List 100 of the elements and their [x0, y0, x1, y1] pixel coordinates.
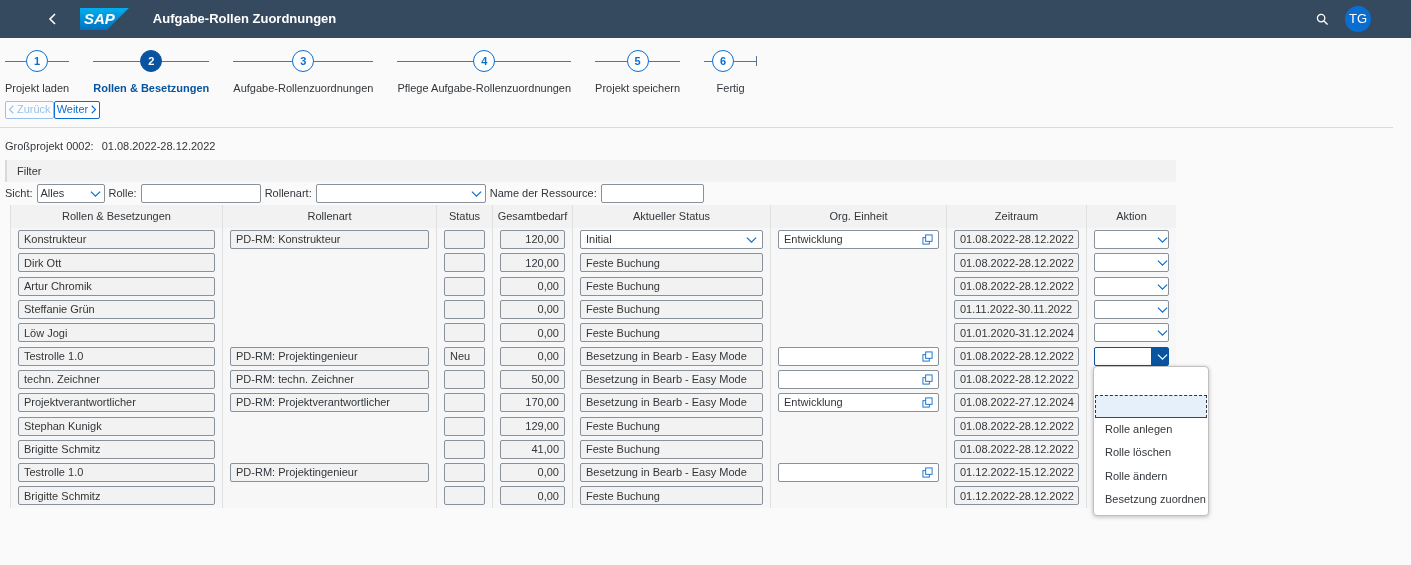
- role-field: Projektverantwortlicher: [18, 393, 215, 413]
- chevron-right-icon: [91, 104, 98, 115]
- value-help-icon: [922, 467, 933, 479]
- org-unit-input[interactable]: Entwicklung: [778, 393, 939, 413]
- demand-field: 129,00: [500, 416, 565, 436]
- blank-option[interactable]: [1095, 394, 1207, 419]
- org-unit-input[interactable]: [778, 463, 939, 483]
- role-field: Testrolle 1.0: [18, 463, 215, 483]
- chevron-down-icon: [1157, 327, 1168, 339]
- role-type-field: PD-RM: Konstrukteur: [230, 230, 429, 250]
- chevron-down-icon: [1157, 234, 1168, 246]
- step-label: Aufgabe-Rollenzuordnungen: [233, 81, 374, 96]
- project-period: 01.08.2022-28.12.2022: [101, 138, 216, 154]
- org-unit-input[interactable]: [778, 346, 939, 366]
- period-field: 01.08.2022-27.12.2024: [954, 393, 1079, 413]
- step-circle[interactable]: 1: [26, 50, 49, 72]
- filter-input[interactable]: [140, 184, 261, 203]
- period-field: 01.01.2020-31.12.2024: [954, 323, 1079, 343]
- step-circle[interactable]: 4: [473, 50, 496, 72]
- period-field: 01.12.2022-28.12.2022: [954, 486, 1079, 506]
- step-circle[interactable]: 5: [626, 50, 649, 72]
- current-status-field: Besetzung in Bearb - Easy Mode: [580, 346, 763, 366]
- step-circle[interactable]: 6: [712, 50, 735, 72]
- role-field: Dirk Ott: [18, 253, 215, 273]
- org-unit-input[interactable]: Entwicklung: [778, 230, 939, 250]
- chevron-down-icon: [1157, 257, 1168, 269]
- search-icon[interactable]: [1316, 12, 1329, 26]
- current-status-field: Feste Buchung: [580, 323, 763, 343]
- filter-dropdown[interactable]: [315, 184, 486, 203]
- filter-label: Name der Ressource:: [489, 186, 597, 202]
- menu-option[interactable]: Besetzung zuordnen: [1094, 487, 1208, 512]
- menu-option[interactable]: Rolle löschen: [1094, 441, 1208, 465]
- current-status-field: Besetzung in Bearb - Easy Mode: [580, 463, 763, 483]
- chevron-left-icon: [8, 104, 14, 115]
- chevron-down-icon: [1157, 304, 1168, 316]
- filter-bar: Filter: [5, 160, 1176, 182]
- user-avatar[interactable]: TG: [1345, 6, 1371, 32]
- filter-dropdown[interactable]: Alles: [36, 184, 105, 203]
- column-header: Rollenart: [222, 205, 436, 228]
- status-field: [444, 416, 485, 436]
- role-field: Steffanie Grün: [18, 300, 215, 320]
- value-help-icon: [922, 350, 933, 362]
- status-field: [444, 253, 485, 273]
- role-type-field: PD-RM: Projektingenieur: [230, 463, 429, 483]
- menu-option[interactable]: Rolle ändern: [1094, 464, 1208, 488]
- app-title: Aufgabe-Rollen Zuordnungen: [152, 10, 337, 29]
- demand-field: 0,00: [500, 276, 565, 296]
- filter-label: Rollenart:: [264, 186, 312, 202]
- org-unit-input[interactable]: [778, 369, 939, 389]
- status-field: [444, 439, 485, 459]
- demand-field: 0,00: [500, 463, 565, 483]
- current-status-field: Feste Buchung: [580, 416, 763, 436]
- period-field: 01.08.2022-28.12.2022: [954, 346, 1079, 366]
- filter-label: Sicht:: [5, 186, 33, 202]
- role-field: Brigitte Schmitz: [18, 439, 215, 459]
- role-field: Stephan Kunigk: [18, 416, 215, 436]
- status-field: [444, 300, 485, 320]
- demand-field: 41,00: [500, 439, 565, 459]
- current-status-field: Besetzung in Bearb - Easy Mode: [580, 369, 763, 389]
- value-help-icon: [922, 234, 933, 246]
- current-status-field: Feste Buchung: [580, 276, 763, 296]
- demand-field: 0,00: [500, 300, 565, 320]
- step-circle[interactable]: 3: [292, 50, 315, 72]
- role-field: Brigitte Schmitz: [18, 486, 215, 506]
- role-type-field: PD-RM: Projektverantwortlicher: [230, 393, 429, 413]
- column-header: Aktueller Status: [572, 205, 770, 228]
- status-field: [444, 323, 485, 343]
- status-field: [444, 463, 485, 483]
- current-status-field: Feste Buchung: [580, 439, 763, 459]
- chevron-down-icon: [746, 234, 757, 246]
- next-button[interactable]: Weiter: [53, 100, 101, 119]
- filter-label: Rolle:: [108, 186, 137, 202]
- column-header: Rollen & Besetzungen: [10, 205, 222, 228]
- step-label: Projekt laden: [5, 81, 70, 96]
- period-field: 01.08.2022-28.12.2022: [954, 369, 1079, 389]
- status-field: [444, 393, 485, 413]
- demand-field: 0,00: [500, 486, 565, 506]
- status-field: [444, 369, 485, 389]
- chevron-down-icon: [89, 188, 101, 199]
- period-field: 01.08.2022-28.12.2022: [954, 416, 1079, 436]
- step-circle[interactable]: 2: [140, 50, 163, 72]
- period-field: 01.08.2022-28.12.2022: [954, 439, 1079, 459]
- status-dropdown[interactable]: Initial: [580, 230, 763, 250]
- role-type-field: PD-RM: Projektingenieur: [230, 346, 429, 366]
- status-field: [444, 276, 485, 296]
- role-field: Konstrukteur: [18, 230, 215, 250]
- menu-option[interactable]: Rolle anlegen: [1094, 418, 1208, 442]
- chevron-down-icon: [470, 188, 482, 199]
- period-field: 01.08.2022-28.12.2022: [954, 276, 1079, 296]
- demand-field: 170,00: [500, 393, 565, 413]
- column-header: Aktion: [1086, 205, 1176, 228]
- value-help-icon: [922, 373, 933, 385]
- filter-input[interactable]: [600, 184, 704, 203]
- period-field: 01.12.2022-15.12.2022: [954, 463, 1079, 483]
- demand-field: 50,00: [500, 369, 565, 389]
- action-dropdown[interactable]: [1094, 346, 1169, 366]
- column-header: Gesamtbedarf: [492, 205, 572, 228]
- current-status-field: Besetzung in Bearb - Easy Mode: [580, 393, 763, 413]
- current-status-field: Feste Buchung: [580, 253, 763, 273]
- value-help-icon: [922, 397, 933, 409]
